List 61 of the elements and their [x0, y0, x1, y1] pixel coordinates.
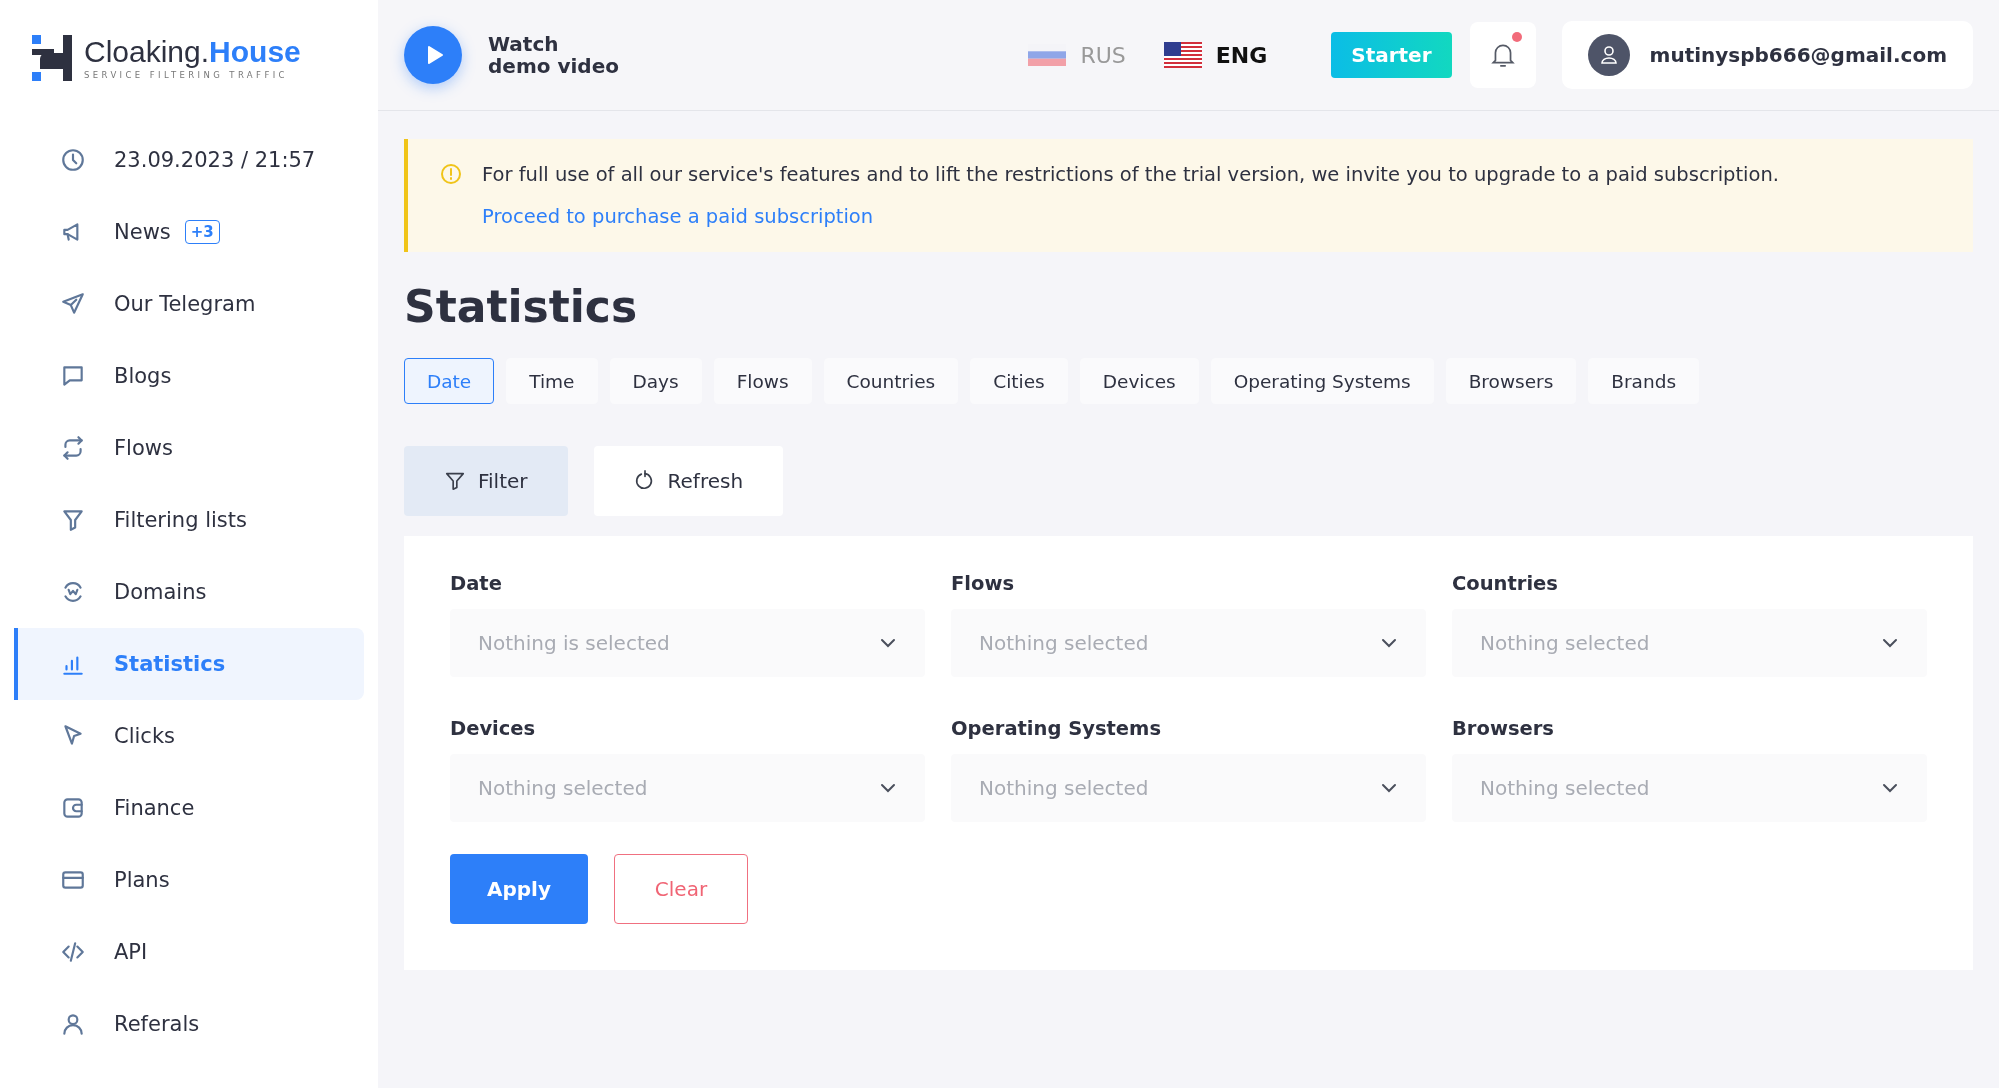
filter-label: Flows [951, 572, 1016, 595]
tab[interactable]: Brands [1588, 358, 1700, 404]
chat-icon [60, 363, 86, 389]
filter-button[interactable]: Filter [404, 446, 568, 516]
tab[interactable]: Devices [1079, 358, 1199, 404]
chevron-down-icon [879, 637, 897, 649]
sidebar-item[interactable]: News +3 [14, 196, 364, 268]
logo-wordmark: Cloaking.House [84, 36, 301, 68]
filter-label: Date [450, 572, 503, 595]
sidebar-item[interactable]: Clicks [14, 700, 364, 772]
user-icon [60, 1011, 86, 1037]
sidebar-item[interactable]: Plans [14, 844, 364, 916]
funnel-icon [60, 507, 86, 533]
filter-label: Browsers [1452, 717, 1555, 740]
tab[interactable]: Time [506, 358, 598, 404]
alert-message: For full use of all our service's features and to lift the restrictions of the trial version, we invite you to upgrade to a paid subscription. [482, 163, 1779, 187]
language-option[interactable]: ENG [1163, 42, 1268, 68]
chevron-down-icon [1881, 782, 1899, 794]
tab[interactable]: Operating Systems [1210, 358, 1434, 404]
clock-icon [60, 147, 86, 173]
warning-icon [440, 163, 462, 185]
flag-icon [1163, 42, 1202, 68]
logo-tagline: SERVICE FILTERING TRAFFIC [84, 70, 289, 80]
code-icon [60, 939, 86, 965]
sidebar-item[interactable]: Flows [14, 412, 364, 484]
play-icon [426, 45, 444, 65]
chevron-down-icon [1380, 782, 1398, 794]
sidebar-item[interactable]: 23.09.2023 / 21:57 [14, 124, 364, 196]
funnel-icon [444, 470, 466, 492]
filter-label: Countries [1452, 572, 1559, 595]
filter-label: Operating Systems [951, 717, 1162, 740]
sidebar-item[interactable]: Domains [14, 556, 364, 628]
sidebar-item[interactable]: Our Telegram [14, 268, 364, 340]
account-button[interactable]: mutinyspb666@gmail.com [1561, 21, 1973, 89]
tab[interactable]: Cities [970, 358, 1068, 404]
logo-icon [32, 35, 72, 81]
watch-demo-link[interactable]: Watch demo video [488, 33, 619, 77]
tab[interactable]: Countries [823, 358, 959, 404]
sidebar-item[interactable]: Filtering lists [14, 484, 364, 556]
repeat-icon [60, 435, 86, 461]
filter-label: Devices [450, 717, 537, 740]
purchase-link[interactable]: Proceed to purchase a paid subscription [482, 205, 1779, 228]
apply-button[interactable]: Apply [450, 854, 588, 924]
sidebar-item[interactable]: Finance [14, 772, 364, 844]
plane-icon [60, 291, 86, 317]
refresh-button[interactable]: Refresh [593, 446, 784, 516]
sidebar-item[interactable]: Referals [14, 988, 364, 1060]
avatar-icon [1587, 34, 1630, 76]
chevron-down-icon [1881, 637, 1899, 649]
play-button[interactable] [404, 26, 462, 84]
sidebar-item[interactable]: API [14, 916, 364, 988]
notifications-button[interactable] [1469, 22, 1536, 88]
wallet-icon [60, 795, 86, 821]
tab[interactable]: Browsers [1445, 358, 1577, 404]
tab[interactable]: Flows [713, 358, 812, 404]
chevron-down-icon [1380, 637, 1398, 649]
sidebar-item[interactable]: Blogs [14, 340, 364, 412]
news-count-badge: +3 [184, 220, 220, 244]
tab[interactable]: Days [609, 358, 702, 404]
page-title: Statistics [404, 282, 639, 332]
chevron-down-icon [879, 782, 897, 794]
